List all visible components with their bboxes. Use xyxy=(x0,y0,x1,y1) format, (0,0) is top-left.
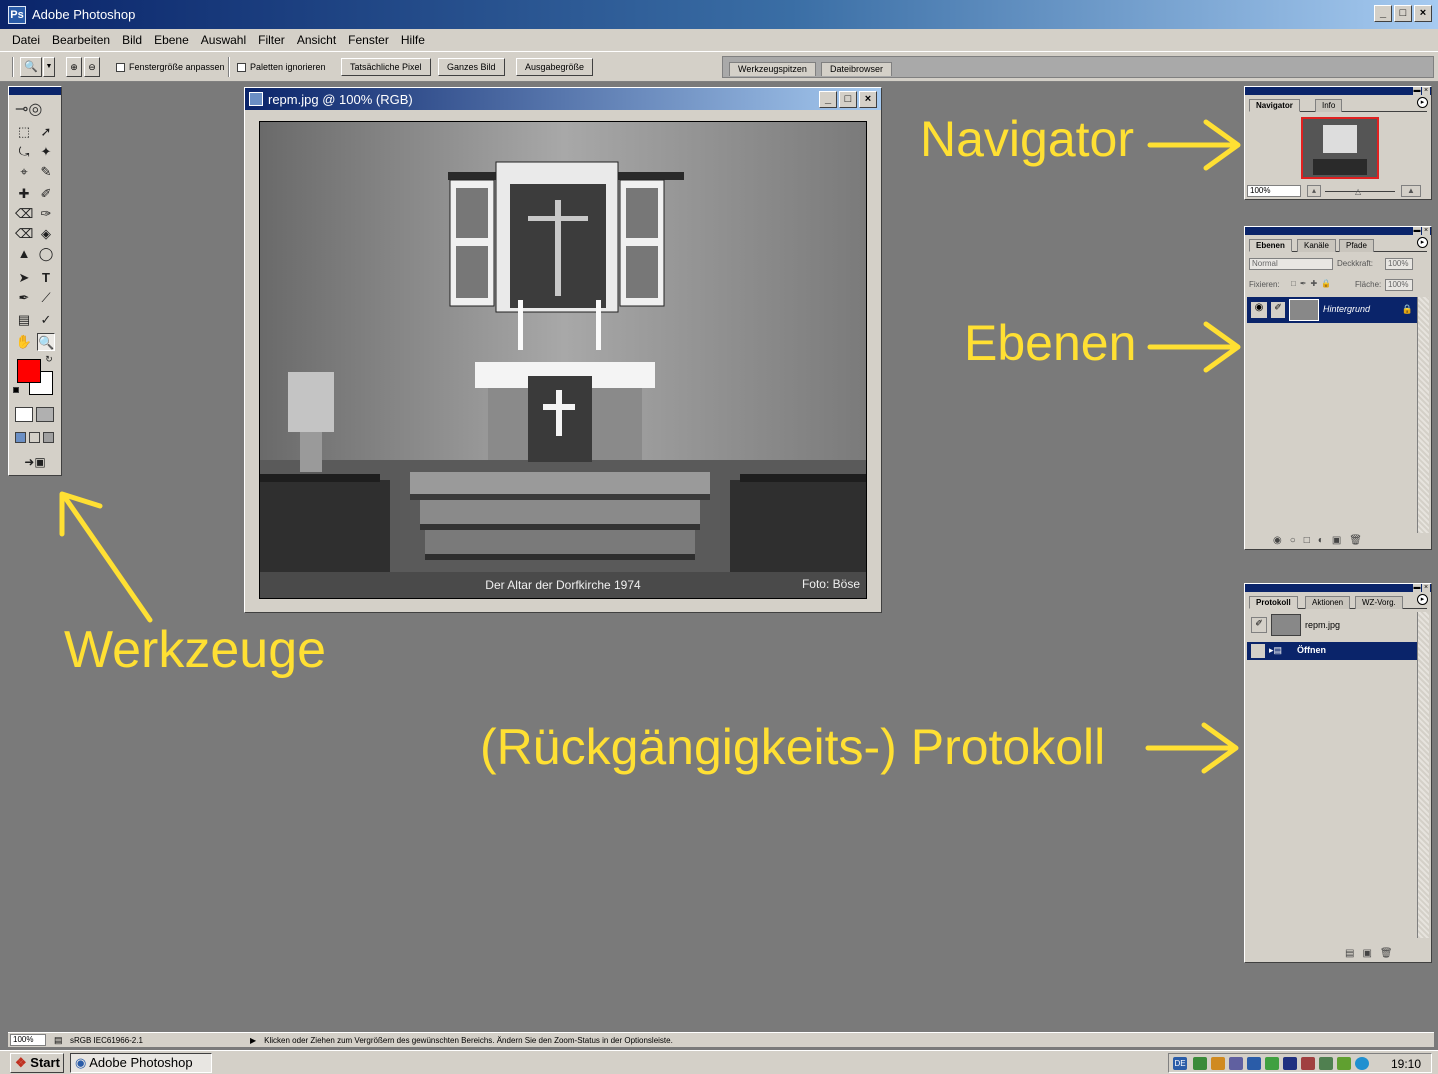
taskbar-photoshop-label: Adobe Photoshop xyxy=(89,1055,193,1070)
foreground-color-swatch[interactable] xyxy=(17,359,41,383)
status-menu-arrow-icon[interactable]: ▶ xyxy=(250,1036,256,1045)
windows-taskbar: ❖ Start ◉ Adobe Photoshop DE 19:10 xyxy=(0,1050,1438,1074)
windows-logo-icon: ❖ xyxy=(15,1055,27,1070)
taskbar-photoshop-icon: ◉ xyxy=(75,1055,87,1070)
tray-display-icon[interactable] xyxy=(1247,1057,1261,1070)
arrow-to-layers xyxy=(1147,321,1241,373)
language-indicator[interactable]: DE xyxy=(1173,1057,1187,1070)
status-zoom-field[interactable]: 100% xyxy=(10,1034,46,1046)
tray-browser-icon[interactable] xyxy=(1355,1057,1369,1070)
taskbar-photoshop-button[interactable]: ◉ Adobe Photoshop xyxy=(70,1053,212,1073)
arrow-to-tools xyxy=(59,491,153,623)
annotation-arrows xyxy=(59,119,1241,774)
tray-security-icon[interactable] xyxy=(1301,1057,1315,1070)
tray-update-icon[interactable] xyxy=(1265,1057,1279,1070)
taskbar-clock: 19:10 xyxy=(1390,1057,1421,1071)
tray-network-icon[interactable] xyxy=(1193,1057,1207,1070)
status-bar: 100% ▤ sRGB IEC61966-2.1 ▶ Klicken oder … xyxy=(8,1032,1434,1047)
tray-media-icon[interactable] xyxy=(1283,1057,1297,1070)
tray-audio-icon[interactable] xyxy=(1229,1057,1243,1070)
document-info-icon[interactable]: ▤ xyxy=(54,1035,66,1046)
start-label: Start xyxy=(30,1055,60,1070)
tray-antivirus-icon[interactable] xyxy=(1211,1057,1225,1070)
status-hint: Klicken oder Ziehen zum Vergrößern des g… xyxy=(264,1035,673,1045)
start-button[interactable]: ❖ Start xyxy=(10,1053,64,1073)
color-profile-label: sRGB IEC61966-2.1 xyxy=(70,1035,143,1045)
tray-tool-icon[interactable] xyxy=(1337,1057,1351,1070)
arrow-to-navigator xyxy=(1147,119,1241,171)
arrow-to-history xyxy=(1145,722,1239,774)
system-tray: DE 19:10 xyxy=(1168,1053,1432,1073)
tray-sync-icon[interactable] xyxy=(1319,1057,1333,1070)
